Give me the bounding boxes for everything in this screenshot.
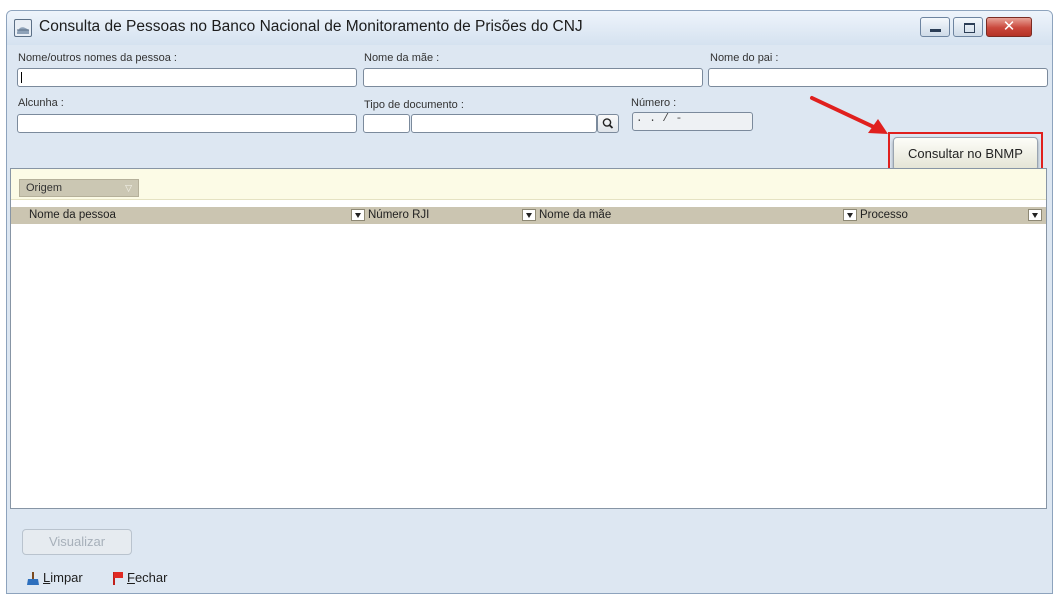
numero-input[interactable]: . . / -: [632, 112, 753, 131]
results-grid[interactable]: Origem ▽ Nome da pessoa Número RJI Nome …: [10, 168, 1047, 509]
broom-icon: [27, 572, 39, 585]
column-header-processo[interactable]: Processo: [860, 207, 908, 224]
lookup-button[interactable]: [597, 114, 619, 133]
group-by-bar: Origem ▽: [11, 169, 1046, 200]
title-bar: Consulta de Pessoas no Banco Nacional de…: [7, 11, 1052, 45]
mae-label: Nome da mãe :: [364, 52, 440, 64]
column-header-row: Nome da pessoa Número RJI Nome da mãe Pr…: [11, 207, 1046, 224]
window-title: Consulta de Pessoas no Banco Nacional de…: [39, 18, 583, 35]
column-header-mae[interactable]: Nome da mãe: [539, 207, 611, 224]
nome-label: Nome/outros nomes da pessoa :: [18, 52, 177, 64]
filter-icon: ▽: [125, 183, 132, 193]
pai-label: Nome do pai :: [710, 52, 779, 64]
limpar-link[interactable]: Limpar: [43, 570, 83, 585]
app-icon: [14, 19, 32, 37]
fechar-link[interactable]: Fechar: [127, 570, 167, 585]
column-dropdown-icon[interactable]: [522, 209, 536, 221]
alcunha-input[interactable]: [17, 114, 357, 133]
minimize-icon: [930, 29, 941, 32]
nome-input[interactable]: [17, 68, 357, 87]
column-header-rji[interactable]: Número RJI: [368, 207, 429, 224]
column-dropdown-icon[interactable]: [843, 209, 857, 221]
magnifier-icon: [602, 118, 614, 129]
mae-input[interactable]: [363, 68, 703, 87]
visualizar-button[interactable]: Visualizar: [22, 529, 132, 555]
tipo-doc-code-input[interactable]: [363, 114, 410, 133]
group-chip-label: Origem: [26, 182, 63, 194]
column-header-nome[interactable]: Nome da pessoa: [29, 207, 116, 224]
tipo-doc-desc-input[interactable]: [411, 114, 597, 133]
close-button[interactable]: ✕: [986, 17, 1032, 37]
maximize-icon: [964, 23, 975, 33]
bottom-toolbar: Limpar Fechar: [10, 566, 1047, 594]
consultar-bnmp-button[interactable]: Consultar no BNMP: [893, 137, 1038, 171]
annotation-arrow: [810, 96, 888, 134]
maximize-button[interactable]: [953, 17, 983, 37]
minimize-button[interactable]: [920, 17, 950, 37]
numero-label: Número :: [631, 97, 677, 109]
pai-input[interactable]: [708, 68, 1048, 87]
group-chip-origem[interactable]: Origem ▽: [19, 179, 139, 197]
column-dropdown-icon[interactable]: [351, 209, 365, 221]
exit-flag-icon: [113, 572, 123, 585]
column-dropdown-icon[interactable]: [1028, 209, 1042, 221]
close-icon: ✕: [1002, 18, 1016, 35]
tipo-doc-label: Tipo de documento :: [364, 99, 464, 111]
alcunha-label: Alcunha :: [18, 97, 64, 109]
